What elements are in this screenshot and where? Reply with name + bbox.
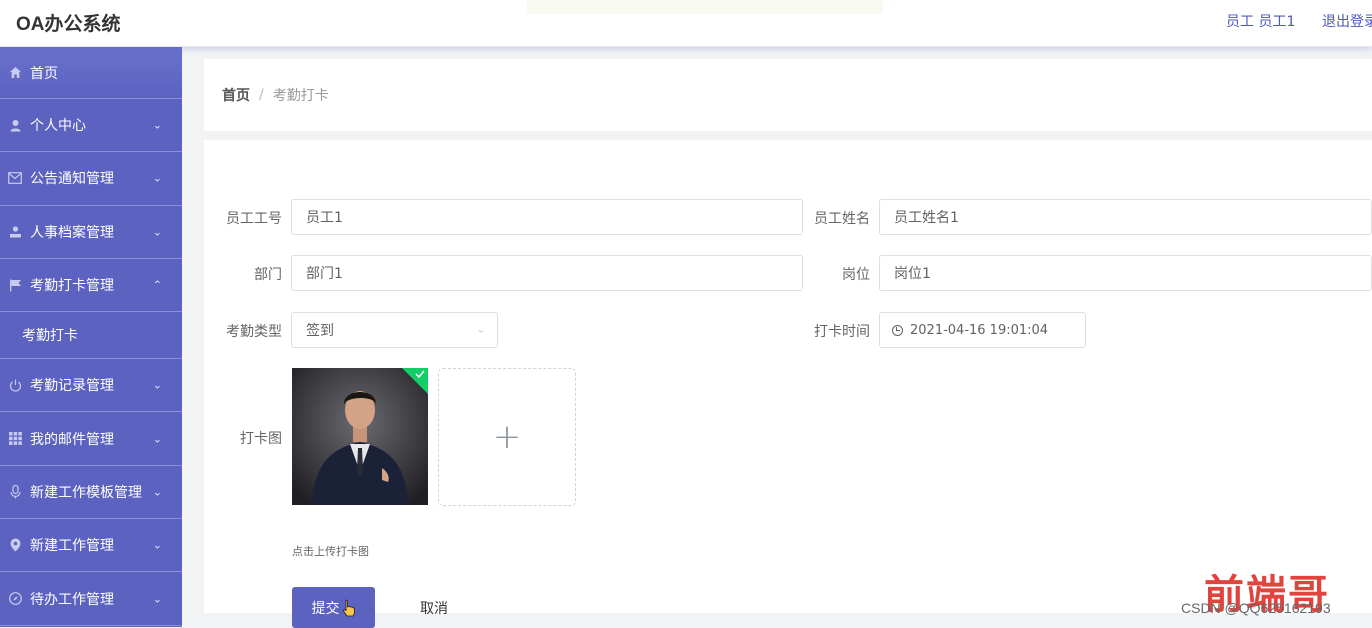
sidebar-item-label: 人事档案管理 [30, 224, 114, 241]
position-label: 岗位 [842, 267, 870, 283]
compass-icon [8, 592, 22, 606]
power-icon [8, 378, 22, 392]
sidebar-item-label: 待办工作管理 [30, 591, 114, 608]
sidebar-item-label: 我的邮件管理 [30, 431, 114, 448]
employee-name-field[interactable]: 员工姓名1 [879, 199, 1372, 235]
chevron-down-icon: ⌄ [152, 538, 162, 552]
sidebar-item-my-mail[interactable]: 我的邮件管理 ⌄ [0, 412, 182, 466]
mail-icon [8, 171, 22, 185]
main-content: 首页 / 考勤打卡 员工工号 员工1 员工姓名 员工姓名1 部门 部门1 岗位 … [182, 47, 1372, 628]
chevron-down-icon: ⌄ [152, 432, 162, 446]
sidebar-item-clock-in[interactable]: 考勤打卡 [0, 312, 182, 360]
person-stamp-icon [8, 225, 22, 239]
breadcrumb-home[interactable]: 首页 [222, 85, 250, 105]
clock-in-form: 员工工号 员工1 员工姓名 员工姓名1 部门 部门1 岗位 岗位1 考勤类型 签… [204, 140, 1372, 628]
sidebar-item-home[interactable]: 首页 [0, 47, 182, 99]
sidebar-item-attendance[interactable]: 考勤打卡管理 ⌃ [0, 259, 182, 313]
top-bar: OA办公系统 员工 员工1 退出登录 [0, 0, 1372, 47]
clock-time-picker[interactable]: 2021-04-16 19:01:04 [879, 312, 1086, 348]
sidebar-item-label: 首页 [30, 65, 58, 82]
uploaded-photo-thumbnail[interactable] [292, 368, 428, 505]
sidebar-item-label: 新建工作模板管理 [30, 484, 142, 501]
sidebar-item-hr-records[interactable]: 人事档案管理 ⌄ [0, 206, 182, 259]
sidebar: 首页 个人中心 ⌄ 公告通知管理 ⌄ 人事档案管理 ⌄ 考勤打卡管理 ⌃ 考勤打… [0, 47, 182, 627]
user-icon [8, 118, 22, 132]
sidebar-item-label: 新建工作管理 [30, 538, 114, 555]
attendance-type-label: 考勤类型 [226, 324, 282, 340]
logout-link[interactable]: 退出登录 [1322, 11, 1372, 31]
position-field[interactable]: 岗位1 [879, 255, 1372, 291]
sidebar-item-attendance-records[interactable]: 考勤记录管理 ⌄ [0, 359, 182, 413]
attendance-type-select[interactable]: 签到 ⌄ [291, 312, 498, 348]
department-field[interactable]: 部门1 [291, 255, 803, 291]
attendance-type-value: 签到 [306, 323, 334, 339]
employee-no-field[interactable]: 员工1 [291, 199, 803, 235]
hand-pointer-cursor-icon [342, 599, 355, 616]
grid-icon [8, 432, 22, 446]
employee-no-label: 员工工号 [226, 211, 282, 227]
current-user-label: 员工 员工1 [1226, 14, 1296, 30]
home-icon [8, 66, 22, 80]
plus-icon: + [492, 417, 522, 457]
sidebar-item-personal[interactable]: 个人中心 ⌄ [0, 99, 182, 153]
header-decor-strip [527, 0, 883, 14]
submit-button[interactable]: 提交 [292, 587, 375, 628]
photo-upload-button[interactable]: + [438, 368, 576, 506]
cancel-button[interactable]: 取消 [404, 587, 464, 628]
sidebar-item-label: 考勤打卡 [22, 328, 78, 345]
chevron-down-icon: ⌄ [152, 171, 162, 185]
chevron-up-icon: ⌃ [152, 278, 162, 292]
chevron-down-icon: ⌄ [152, 378, 162, 392]
sidebar-item-new-work[interactable]: 新建工作管理 ⌄ [0, 519, 182, 573]
chevron-down-icon: ⌄ [152, 118, 162, 132]
employee-name-label: 员工姓名 [814, 211, 870, 227]
clock-time-label: 打卡时间 [814, 324, 870, 340]
watermark-caption: CSDN @QQ625162193 [1181, 600, 1331, 616]
chevron-down-icon: ⌄ [152, 485, 162, 499]
clock-icon [892, 324, 903, 336]
department-label: 部门 [254, 267, 282, 283]
microphone-icon [8, 484, 22, 499]
photo-label: 打卡图 [240, 431, 282, 447]
sidebar-item-label: 考勤记录管理 [30, 378, 114, 395]
app-title: OA办公系统 [16, 14, 121, 35]
chevron-down-icon: ⌄ [152, 592, 162, 606]
sidebar-item-work-template[interactable]: 新建工作模板管理 ⌄ [0, 466, 182, 520]
sidebar-item-notice[interactable]: 公告通知管理 ⌄ [0, 152, 182, 206]
chevron-down-icon: ⌄ [152, 225, 162, 239]
sidebar-item-label: 公告通知管理 [30, 171, 114, 188]
clock-time-value: 2021-04-16 19:01:04 [910, 322, 1049, 338]
sidebar-item-label: 个人中心 [30, 118, 86, 135]
breadcrumb-separator: / [259, 87, 264, 103]
breadcrumb-current: 考勤打卡 [272, 88, 329, 104]
chevron-down-icon: ⌄ [476, 324, 485, 336]
upload-success-check-icon [402, 368, 428, 394]
breadcrumb: 首页 / 考勤打卡 [204, 59, 1372, 131]
submit-label: 提交 [311, 599, 340, 616]
sidebar-item-label: 考勤打卡管理 [30, 278, 114, 295]
photo-upload-hint: 点击上传打卡图 [292, 545, 369, 558]
location-icon [8, 538, 22, 552]
sidebar-item-todo-work[interactable]: 待办工作管理 ⌄ [0, 572, 182, 626]
flag-icon [8, 278, 22, 292]
